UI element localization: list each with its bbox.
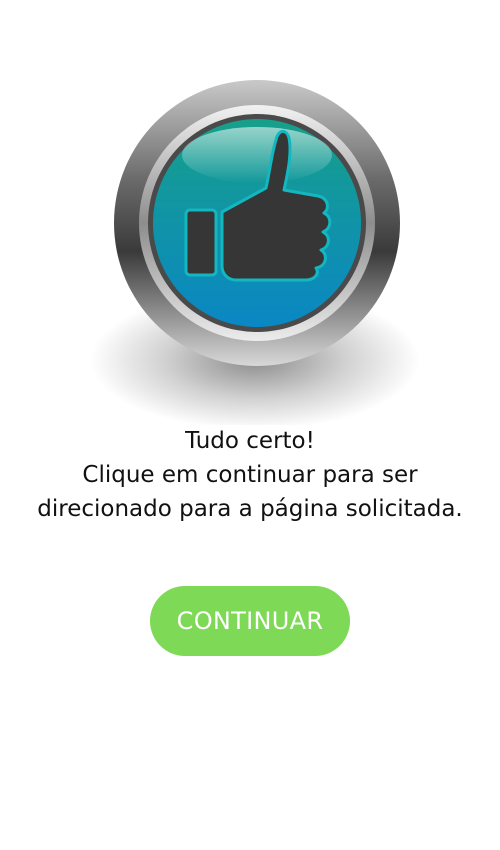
thumbs-up-icon bbox=[90, 80, 420, 425]
message-title: Tudo certo! bbox=[185, 428, 315, 454]
continue-button[interactable]: CONTINUAR bbox=[150, 586, 350, 656]
message-line: Clique em continuar para ser bbox=[82, 462, 418, 488]
confirmation-message: Tudo certo! Clique em continuar para ser… bbox=[0, 424, 500, 526]
message-line: direcionado para a página solicitada. bbox=[37, 496, 463, 522]
success-badge bbox=[80, 60, 420, 425]
